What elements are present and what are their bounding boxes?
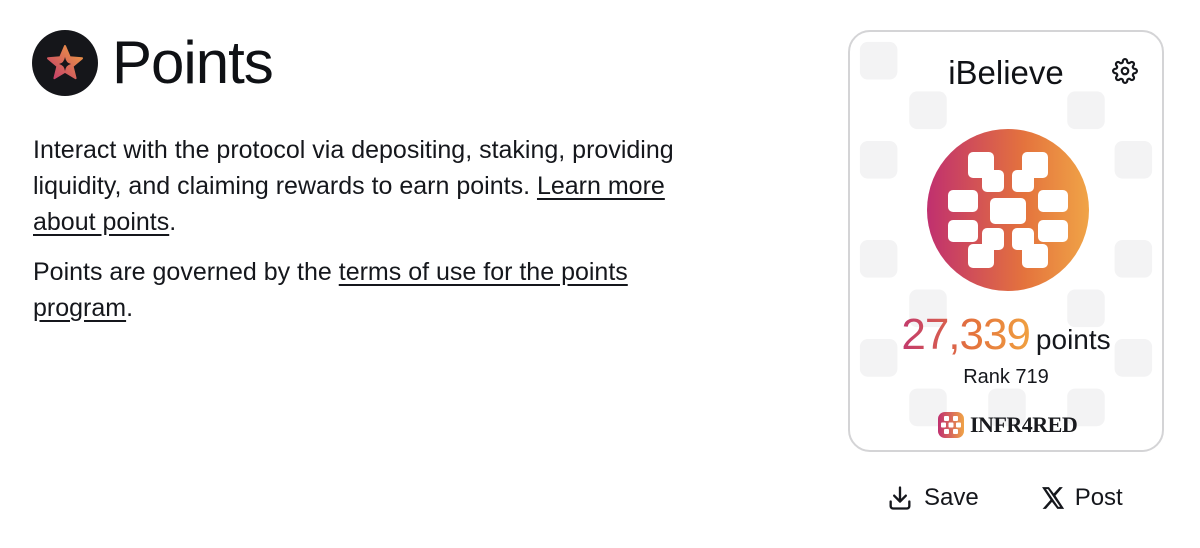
description-paragraph-1: Interact with the protocol via depositin… [33, 132, 733, 240]
x-logo-icon [1041, 487, 1064, 509]
description-text-2: Points are governed by the [33, 258, 339, 286]
save-label: Save [924, 484, 979, 511]
brand-name: INFR4RED [970, 412, 1078, 437]
points-description: Interact with the protocol via depositin… [33, 132, 733, 340]
gear-icon[interactable] [1112, 58, 1138, 84]
page-header: Points [32, 29, 274, 96]
star-icon [47, 45, 83, 80]
post-label: Post [1074, 484, 1123, 511]
points-total: 27,339 points [850, 310, 1162, 360]
download-icon [889, 486, 911, 510]
description-paragraph-2: Points are governed by the terms of use … [33, 254, 733, 326]
post-button[interactable]: Post [1039, 484, 1123, 512]
card-actions: Save Post [886, 484, 1123, 512]
description-period-2: . [126, 294, 134, 322]
rank-label: Rank 719 [963, 366, 1049, 388]
points-value: 27,339 [901, 310, 1031, 359]
infrared-logo-icon [938, 412, 964, 438]
save-button[interactable]: Save [886, 484, 979, 512]
points-card: iBelieve 27,339 points Rank 719 INFR4RED [848, 30, 1164, 452]
points-unit: points [1035, 324, 1111, 355]
avatar [927, 129, 1089, 291]
points-logo [32, 30, 98, 96]
brand-logo: INFR4RED [938, 412, 1078, 438]
page-title: Points [112, 29, 274, 96]
description-period-1: . [169, 208, 177, 236]
